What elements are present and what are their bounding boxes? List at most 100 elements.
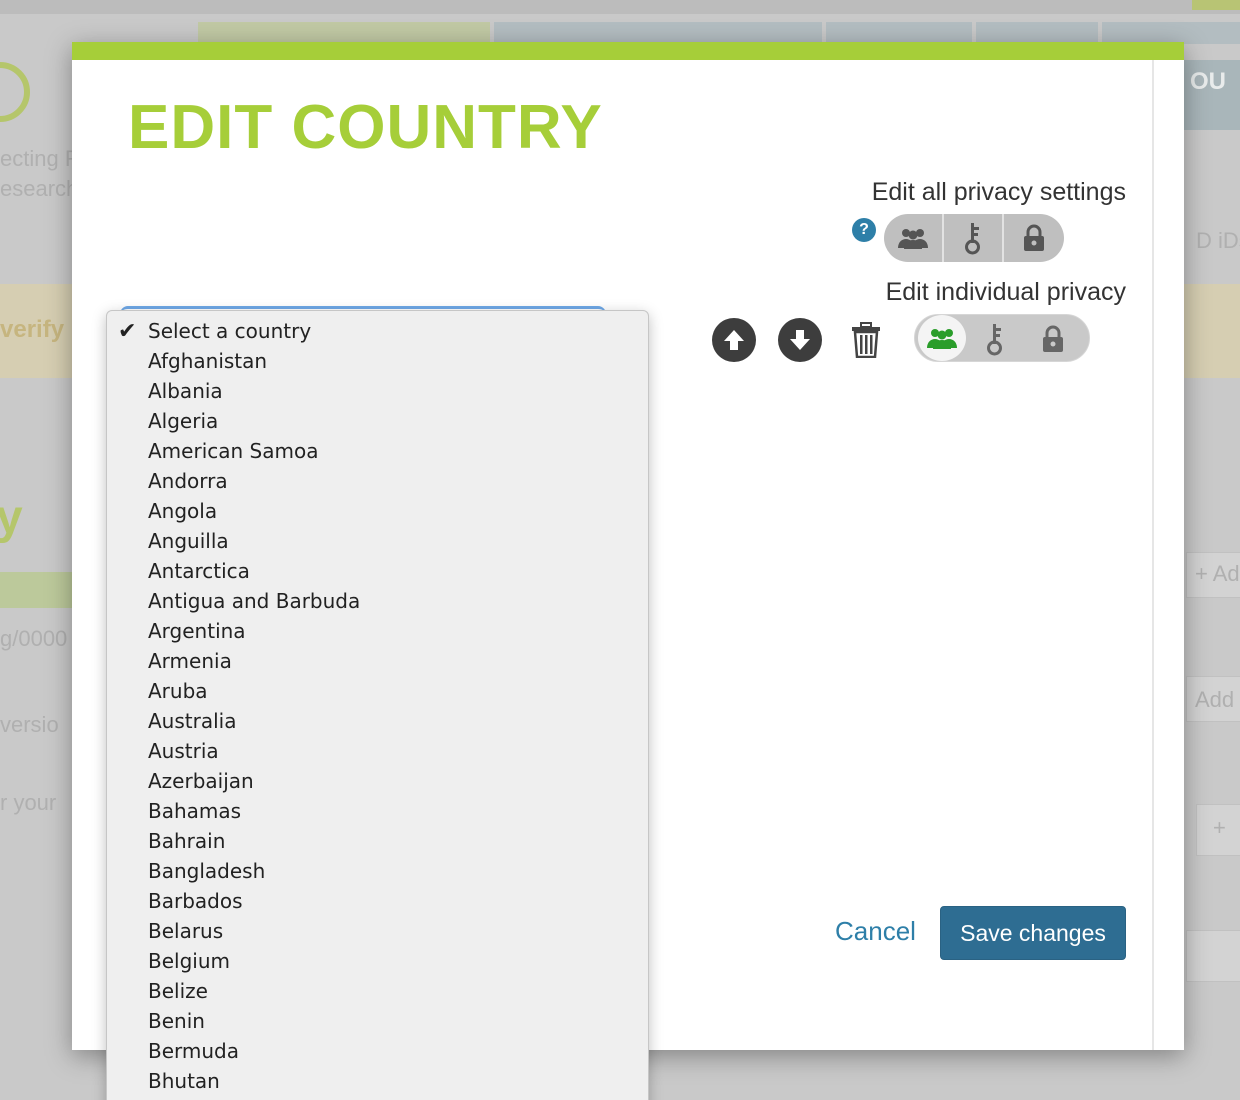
everyone-icon bbox=[898, 229, 928, 249]
country-option-label: Antarctica bbox=[148, 559, 250, 583]
country-option-label: Argentina bbox=[148, 619, 246, 643]
background-nav-item bbox=[826, 22, 972, 44]
country-option[interactable]: Algeria bbox=[107, 409, 648, 439]
arrow-down-icon bbox=[790, 330, 810, 350]
checkmark-icon: ✔ bbox=[118, 319, 137, 344]
save-changes-button[interactable]: Save changes bbox=[940, 906, 1126, 960]
privacy-all-only-me[interactable] bbox=[1004, 214, 1064, 262]
privacy-all-label: Edit all privacy settings bbox=[871, 178, 1126, 206]
background-nav-item bbox=[494, 22, 822, 44]
background-nav-item bbox=[1102, 22, 1240, 44]
trash-icon bbox=[852, 322, 880, 358]
country-option-label: Belarus bbox=[148, 919, 224, 943]
country-option[interactable]: Bhutan bbox=[107, 1069, 648, 1099]
background-text: versio bbox=[0, 712, 59, 737]
background-text: + Ad bbox=[1195, 561, 1240, 586]
country-option-label: Bangladesh bbox=[148, 859, 266, 883]
country-option[interactable]: Austria bbox=[107, 739, 648, 769]
background-verify-text: verify bbox=[0, 316, 65, 343]
privacy-individual-toggle bbox=[914, 314, 1090, 362]
country-option-label: Armenia bbox=[148, 649, 232, 673]
background-text: g/0000 bbox=[0, 626, 68, 651]
privacy-individual-everyone[interactable] bbox=[918, 315, 966, 361]
background-nav-item bbox=[976, 22, 1098, 44]
country-option[interactable]: Azerbaijan bbox=[107, 769, 648, 799]
modal-scrollbar[interactable] bbox=[1152, 60, 1154, 1050]
country-option[interactable]: Bahamas bbox=[107, 799, 648, 829]
background-text: D iDs a bbox=[1196, 228, 1240, 253]
background-text: Add bbox=[1195, 687, 1235, 712]
country-option[interactable]: Albania bbox=[107, 379, 648, 409]
country-option-label: Afghanistan bbox=[148, 349, 268, 373]
trusted-parties-icon bbox=[987, 324, 1002, 356]
privacy-all-toggle bbox=[884, 214, 1064, 262]
country-dropdown-list[interactable]: ✔ Select a country Afghanistan Albania Alger… bbox=[106, 310, 649, 1100]
country-option[interactable]: Anguilla bbox=[107, 529, 648, 559]
country-option-label: Australia bbox=[148, 709, 237, 733]
country-option-label: Select a country bbox=[148, 319, 312, 343]
background-heading: y bbox=[0, 491, 23, 544]
country-option-label: Andorra bbox=[148, 469, 228, 493]
country-option-label: Austria bbox=[148, 739, 219, 763]
country-option[interactable]: Australia bbox=[107, 709, 648, 739]
country-option-label: Algeria bbox=[148, 409, 219, 433]
country-option-label: Angola bbox=[148, 499, 218, 523]
country-option[interactable]: Bermuda bbox=[107, 1039, 648, 1069]
country-option[interactable]: Aruba bbox=[107, 679, 648, 709]
background-text: + bbox=[1213, 815, 1226, 840]
country-option-label: Azerbaijan bbox=[148, 769, 254, 793]
country-option-label: Benin bbox=[148, 1009, 205, 1033]
country-option-label: Barbados bbox=[148, 889, 243, 913]
background-banner: OU bbox=[1184, 60, 1240, 130]
country-option[interactable]: Andorra bbox=[107, 469, 648, 499]
everyone-icon bbox=[927, 329, 957, 349]
country-option[interactable]: Angola bbox=[107, 499, 648, 529]
move-up-button[interactable] bbox=[712, 318, 756, 362]
background-add-box: Add bbox=[1186, 676, 1240, 722]
background-add-box: + Ad bbox=[1186, 552, 1240, 598]
help-icon[interactable]: ? bbox=[852, 218, 876, 242]
country-option-label: American Samoa bbox=[148, 439, 319, 463]
country-option[interactable]: Afghanistan bbox=[107, 349, 648, 379]
country-option-label: Bhutan bbox=[148, 1069, 220, 1093]
country-option-label: Belgium bbox=[148, 949, 230, 973]
only-me-icon bbox=[1024, 224, 1044, 251]
country-option[interactable]: Bangladesh bbox=[107, 859, 648, 889]
country-option[interactable]: Bahrain bbox=[107, 829, 648, 859]
country-option-label: Aruba bbox=[148, 679, 208, 703]
only-me-icon bbox=[1043, 325, 1063, 352]
country-option[interactable]: Argentina bbox=[107, 619, 648, 649]
move-down-button[interactable] bbox=[778, 318, 822, 362]
privacy-individual-only-me[interactable] bbox=[1024, 315, 1082, 361]
country-option[interactable]: Armenia bbox=[107, 649, 648, 679]
country-option[interactable]: Benin bbox=[107, 1009, 648, 1039]
background-text: esearch bbox=[0, 176, 79, 201]
modal-accent-bar bbox=[72, 42, 1184, 60]
country-option[interactable]: Antarctica bbox=[107, 559, 648, 589]
country-option[interactable]: Antigua and Barbuda bbox=[107, 589, 648, 619]
background-text: ecting R bbox=[0, 146, 81, 171]
modal-title: EDIT COUNTRY bbox=[128, 93, 603, 162]
country-option-label: Bahamas bbox=[148, 799, 242, 823]
background-box bbox=[1186, 930, 1240, 982]
background-top-bar bbox=[0, 0, 1240, 14]
background-banner-text: OU bbox=[1190, 68, 1226, 95]
country-option-label: Bahrain bbox=[148, 829, 226, 853]
background-nav-item bbox=[198, 22, 490, 44]
country-option[interactable]: Belarus bbox=[107, 919, 648, 949]
arrow-up-icon bbox=[724, 330, 744, 350]
country-option-label: Anguilla bbox=[148, 529, 229, 553]
privacy-all-everyone[interactable] bbox=[884, 214, 944, 262]
cancel-button[interactable]: Cancel bbox=[835, 916, 916, 947]
country-option-placeholder[interactable]: ✔ Select a country bbox=[107, 319, 648, 349]
country-option[interactable]: Barbados bbox=[107, 889, 648, 919]
background-logo bbox=[0, 62, 30, 122]
delete-button[interactable] bbox=[846, 318, 886, 362]
country-option[interactable]: American Samoa bbox=[107, 439, 648, 469]
background-badge bbox=[1192, 0, 1240, 10]
country-option[interactable]: Belgium bbox=[107, 949, 648, 979]
country-option-label: Albania bbox=[148, 379, 223, 403]
privacy-all-trusted[interactable] bbox=[944, 214, 1004, 262]
privacy-individual-trusted[interactable] bbox=[966, 315, 1024, 361]
country-option[interactable]: Belize bbox=[107, 979, 648, 1009]
